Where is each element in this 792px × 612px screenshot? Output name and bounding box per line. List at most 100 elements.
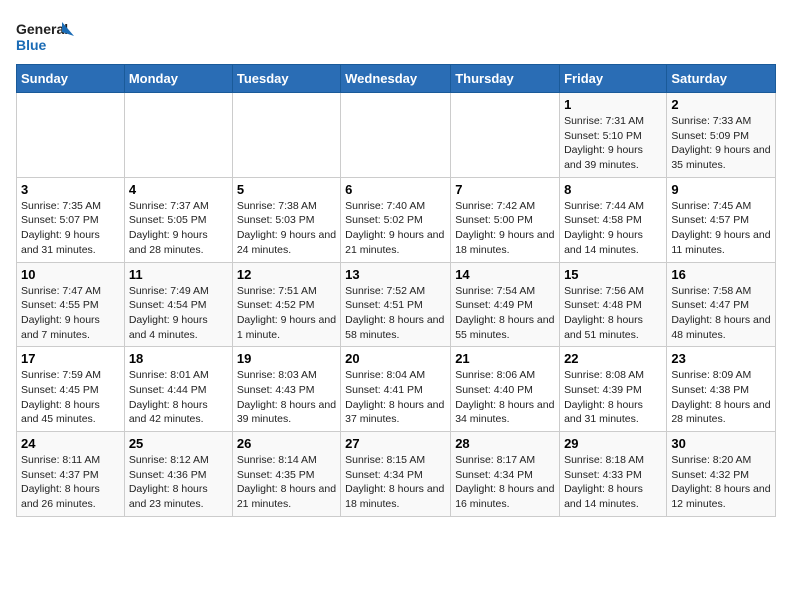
- day-number: 28: [455, 436, 555, 451]
- day-info: Sunrise: 7:31 AM Sunset: 5:10 PM Dayligh…: [564, 114, 662, 173]
- day-number: 9: [671, 182, 771, 197]
- calendar-cell: [17, 93, 125, 178]
- day-number: 10: [21, 267, 120, 282]
- day-number: 11: [129, 267, 228, 282]
- day-number: 26: [237, 436, 336, 451]
- calendar-cell: 22Sunrise: 8:08 AM Sunset: 4:39 PM Dayli…: [560, 347, 667, 432]
- day-number: 6: [345, 182, 446, 197]
- day-info: Sunrise: 8:15 AM Sunset: 4:34 PM Dayligh…: [345, 453, 446, 512]
- calendar-cell: 17 Sunrise: 7:59 AM Sunset: 4:45 PM Dayli…: [17, 347, 125, 432]
- calendar-cell: 29 Sunrise: 8:18 AM Sunset: 4:33 PM Dayli…: [560, 432, 667, 517]
- day-number: 20: [345, 351, 446, 366]
- calendar-cell: 24 Sunrise: 8:11 AM Sunset: 4:37 PM Dayli…: [17, 432, 125, 517]
- day-info: Sunrise: 7:54 AM Sunset: 4:49 PM Dayligh…: [455, 284, 555, 343]
- calendar-cell: 19 Sunrise: 8:03 AM Sunset: 4:43 PM Dayli…: [232, 347, 340, 432]
- day-number: 29: [564, 436, 662, 451]
- day-info: Sunrise: 7:51 AM Sunset: 4:52 PM Dayligh…: [237, 284, 336, 343]
- header: GeneralBlue: [16, 16, 776, 56]
- day-info: Sunrise: 7:38 AM Sunset: 5:03 PM Dayligh…: [237, 199, 336, 258]
- day-number: 21: [455, 351, 555, 366]
- svg-text:Blue: Blue: [16, 37, 47, 53]
- day-number: 12: [237, 267, 336, 282]
- day-of-week-header: Thursday: [451, 65, 560, 93]
- day-info: Sunrise: 7:49 AM Sunset: 4:54 PM Dayligh…: [129, 284, 228, 343]
- day-number: 17: [21, 351, 120, 366]
- day-number: 27: [345, 436, 446, 451]
- calendar-cell: 6Sunrise: 7:40 AM Sunset: 5:02 PM Daylig…: [341, 177, 451, 262]
- calendar-cell: 18Sunrise: 8:01 AM Sunset: 4:44 PM Dayli…: [124, 347, 232, 432]
- calendar: SundayMondayTuesdayWednesdayThursdayFrid…: [16, 64, 776, 517]
- day-of-week-header: Sunday: [17, 65, 125, 93]
- day-of-week-header: Saturday: [667, 65, 776, 93]
- calendar-week-row: 10 Sunrise: 7:47 AM Sunset: 4:55 PM Dayli…: [17, 262, 776, 347]
- calendar-cell: 12 Sunrise: 7:51 AM Sunset: 4:52 PM Dayli…: [232, 262, 340, 347]
- day-info: Sunrise: 7:56 AM Sunset: 4:48 PM Dayligh…: [564, 284, 662, 343]
- day-number: 3: [21, 182, 120, 197]
- day-of-week-header: Wednesday: [341, 65, 451, 93]
- calendar-cell: 13 Sunrise: 7:52 AM Sunset: 4:51 PM Dayli…: [341, 262, 451, 347]
- calendar-header-row: SundayMondayTuesdayWednesdayThursdayFrid…: [17, 65, 776, 93]
- calendar-cell: [124, 93, 232, 178]
- calendar-cell: 21 Sunrise: 8:06 AM Sunset: 4:40 PM Dayli…: [451, 347, 560, 432]
- day-of-week-header: Tuesday: [232, 65, 340, 93]
- day-info: Sunrise: 8:14 AM Sunset: 4:35 PM Dayligh…: [237, 453, 336, 512]
- day-info: Sunrise: 7:42 AM Sunset: 5:00 PM Dayligh…: [455, 199, 555, 258]
- calendar-cell: 23 Sunrise: 8:09 AM Sunset: 4:38 PM Dayli…: [667, 347, 776, 432]
- day-info: Sunrise: 8:09 AM Sunset: 4:38 PM Dayligh…: [671, 368, 771, 427]
- day-info: Sunrise: 8:06 AM Sunset: 4:40 PM Dayligh…: [455, 368, 555, 427]
- calendar-cell: 28 Sunrise: 8:17 AM Sunset: 4:34 PM Dayli…: [451, 432, 560, 517]
- calendar-cell: 1 Sunrise: 7:31 AM Sunset: 5:10 PM Daylig…: [560, 93, 667, 178]
- day-info: Sunrise: 7:33 AM Sunset: 5:09 PM Dayligh…: [671, 114, 771, 173]
- calendar-cell: 20Sunrise: 8:04 AM Sunset: 4:41 PM Dayli…: [341, 347, 451, 432]
- day-number: 1: [564, 97, 662, 112]
- day-number: 19: [237, 351, 336, 366]
- calendar-cell: [451, 93, 560, 178]
- svg-text:General: General: [16, 21, 68, 37]
- calendar-cell: 11 Sunrise: 7:49 AM Sunset: 4:54 PM Dayli…: [124, 262, 232, 347]
- calendar-cell: [232, 93, 340, 178]
- calendar-cell: 3 Sunrise: 7:35 AM Sunset: 5:07 PM Daylig…: [17, 177, 125, 262]
- day-info: Sunrise: 7:52 AM Sunset: 4:51 PM Dayligh…: [345, 284, 446, 343]
- day-info: Sunrise: 7:44 AM Sunset: 4:58 PM Dayligh…: [564, 199, 662, 258]
- day-info: Sunrise: 8:08 AM Sunset: 4:39 PM Dayligh…: [564, 368, 662, 427]
- day-info: Sunrise: 7:35 AM Sunset: 5:07 PM Dayligh…: [21, 199, 120, 258]
- day-number: 18: [129, 351, 228, 366]
- day-number: 4: [129, 182, 228, 197]
- calendar-cell: 27 Sunrise: 8:15 AM Sunset: 4:34 PM Dayli…: [341, 432, 451, 517]
- calendar-cell: 26 Sunrise: 8:14 AM Sunset: 4:35 PM Dayli…: [232, 432, 340, 517]
- calendar-cell: 25Sunrise: 8:12 AM Sunset: 4:36 PM Dayli…: [124, 432, 232, 517]
- calendar-week-row: 1 Sunrise: 7:31 AM Sunset: 5:10 PM Daylig…: [17, 93, 776, 178]
- calendar-cell: 10 Sunrise: 7:47 AM Sunset: 4:55 PM Dayli…: [17, 262, 125, 347]
- calendar-cell: 2Sunrise: 7:33 AM Sunset: 5:09 PM Daylig…: [667, 93, 776, 178]
- day-number: 23: [671, 351, 771, 366]
- calendar-cell: 7 Sunrise: 7:42 AM Sunset: 5:00 PM Daylig…: [451, 177, 560, 262]
- logo: GeneralBlue: [16, 16, 76, 56]
- day-number: 24: [21, 436, 120, 451]
- calendar-cell: 16 Sunrise: 7:58 AM Sunset: 4:47 PM Dayli…: [667, 262, 776, 347]
- day-number: 14: [455, 267, 555, 282]
- day-of-week-header: Monday: [124, 65, 232, 93]
- calendar-cell: 15 Sunrise: 7:56 AM Sunset: 4:48 PM Dayli…: [560, 262, 667, 347]
- day-number: 15: [564, 267, 662, 282]
- day-info: Sunrise: 8:18 AM Sunset: 4:33 PM Dayligh…: [564, 453, 662, 512]
- calendar-week-row: 3 Sunrise: 7:35 AM Sunset: 5:07 PM Daylig…: [17, 177, 776, 262]
- day-info: Sunrise: 7:47 AM Sunset: 4:55 PM Dayligh…: [21, 284, 120, 343]
- calendar-week-row: 24 Sunrise: 8:11 AM Sunset: 4:37 PM Dayli…: [17, 432, 776, 517]
- calendar-cell: 4 Sunrise: 7:37 AM Sunset: 5:05 PM Daylig…: [124, 177, 232, 262]
- day-info: Sunrise: 7:59 AM Sunset: 4:45 PM Dayligh…: [21, 368, 120, 427]
- day-number: 16: [671, 267, 771, 282]
- day-info: Sunrise: 7:37 AM Sunset: 5:05 PM Dayligh…: [129, 199, 228, 258]
- day-of-week-header: Friday: [560, 65, 667, 93]
- calendar-cell: 5Sunrise: 7:38 AM Sunset: 5:03 PM Daylig…: [232, 177, 340, 262]
- day-info: Sunrise: 8:12 AM Sunset: 4:36 PM Dayligh…: [129, 453, 228, 512]
- day-number: 7: [455, 182, 555, 197]
- calendar-cell: 30Sunrise: 8:20 AM Sunset: 4:32 PM Dayli…: [667, 432, 776, 517]
- day-info: Sunrise: 8:03 AM Sunset: 4:43 PM Dayligh…: [237, 368, 336, 427]
- day-number: 13: [345, 267, 446, 282]
- calendar-cell: [341, 93, 451, 178]
- day-info: Sunrise: 8:20 AM Sunset: 4:32 PM Dayligh…: [671, 453, 771, 512]
- day-info: Sunrise: 7:58 AM Sunset: 4:47 PM Dayligh…: [671, 284, 771, 343]
- calendar-cell: 8Sunrise: 7:44 AM Sunset: 4:58 PM Daylig…: [560, 177, 667, 262]
- day-info: Sunrise: 8:17 AM Sunset: 4:34 PM Dayligh…: [455, 453, 555, 512]
- day-info: Sunrise: 8:11 AM Sunset: 4:37 PM Dayligh…: [21, 453, 120, 512]
